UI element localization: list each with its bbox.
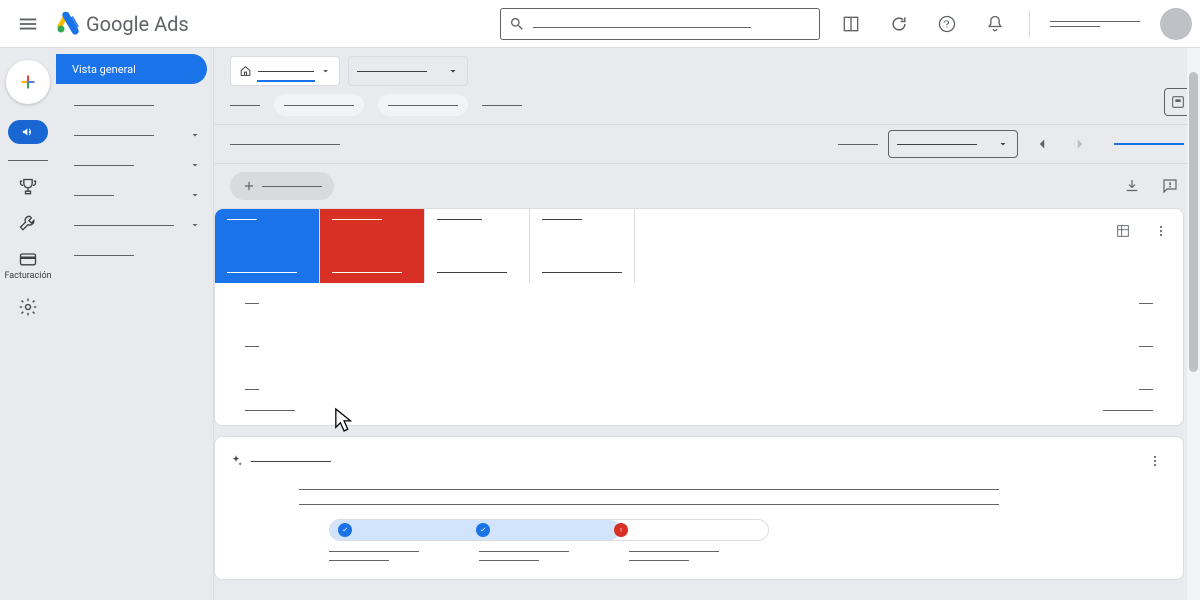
product-logo[interactable]: Google Ads <box>56 12 189 36</box>
controls-bar <box>214 124 1200 164</box>
rec-columns <box>329 551 1099 569</box>
download-icon[interactable] <box>1118 172 1146 200</box>
step-2-done <box>476 523 490 537</box>
data-table-icon[interactable] <box>837 10 865 38</box>
separator <box>1029 10 1030 38</box>
more-vert-icon[interactable] <box>1147 217 1175 245</box>
score-tab-3[interactable] <box>425 209 530 283</box>
refresh-icon[interactable] <box>885 10 913 38</box>
scope-bar <box>214 48 1200 94</box>
step-3-error <box>614 523 628 537</box>
progress-stepper <box>329 519 769 541</box>
new-campaign-button[interactable] <box>230 172 334 200</box>
settings-nav[interactable] <box>18 297 38 317</box>
header-bar: Google Ads <box>0 0 1200 48</box>
scrollbar-thumb[interactable] <box>1189 72 1198 372</box>
page-title <box>230 144 340 145</box>
campaigns-nav[interactable] <box>8 120 48 144</box>
table-mode-icon[interactable] <box>1109 217 1137 245</box>
header-actions <box>837 8 1192 40</box>
rec-more-icon[interactable] <box>1141 447 1169 475</box>
scrollbar[interactable] <box>1187 48 1200 600</box>
billing-label: Facturación <box>4 271 51 281</box>
campaign-scope-dropdown[interactable] <box>348 56 468 86</box>
avatar[interactable] <box>1160 8 1192 40</box>
sidebar: Vista general <box>56 48 214 600</box>
recommendations-card <box>214 436 1184 580</box>
product-name: Google Ads <box>86 12 189 36</box>
score-tab-4[interactable] <box>530 209 635 283</box>
filter-label <box>230 105 260 106</box>
step-1-done <box>338 523 352 537</box>
sidebar-item-2[interactable] <box>56 120 213 150</box>
sidebar-item-4[interactable] <box>56 180 213 210</box>
left-rail: Facturación <box>0 48 56 600</box>
sidebar-item-5[interactable] <box>56 210 213 240</box>
billing-nav[interactable]: Facturación <box>4 249 51 281</box>
account-switcher[interactable] <box>1050 21 1140 27</box>
sidebar-item-6[interactable] <box>56 240 213 270</box>
date-range-picker[interactable] <box>888 130 1018 158</box>
sidebar-item-3[interactable] <box>56 150 213 180</box>
filter-chip-2[interactable] <box>378 94 468 116</box>
menu-icon[interactable] <box>8 4 48 44</box>
search-input[interactable] <box>500 8 820 40</box>
filter-more[interactable] <box>482 105 522 106</box>
sidebar-item-1[interactable] <box>56 90 213 120</box>
date-label <box>838 144 878 145</box>
active-range-indicator <box>1114 143 1184 145</box>
sidebar-active-label: Vista general <box>72 63 136 76</box>
plus-icon <box>242 179 256 193</box>
feedback-icon[interactable] <box>1156 172 1184 200</box>
goals-nav[interactable] <box>18 177 38 197</box>
sidebar-item-overview[interactable]: Vista general <box>56 54 207 84</box>
create-button[interactable] <box>6 60 50 104</box>
date-next-button <box>1066 130 1094 158</box>
chart-area <box>215 283 1183 410</box>
action-bar <box>214 164 1200 208</box>
tools-nav[interactable] <box>18 213 38 233</box>
filter-chip-1[interactable] <box>274 94 364 116</box>
home-icon <box>239 64 252 78</box>
account-scope-dropdown[interactable] <box>230 56 340 86</box>
notifications-icon[interactable] <box>981 10 1009 38</box>
filter-chips-row <box>214 94 1200 124</box>
scorecard <box>214 208 1184 426</box>
date-prev-button[interactable] <box>1028 130 1056 158</box>
rail-separator <box>8 160 48 161</box>
chart-xaxis <box>215 410 1183 425</box>
main-content <box>214 48 1200 600</box>
sparkle-icon <box>229 454 243 468</box>
score-tabs <box>215 209 1183 283</box>
score-tab-2[interactable] <box>320 209 425 283</box>
help-icon[interactable] <box>933 10 961 38</box>
score-tab-1[interactable] <box>215 209 320 283</box>
